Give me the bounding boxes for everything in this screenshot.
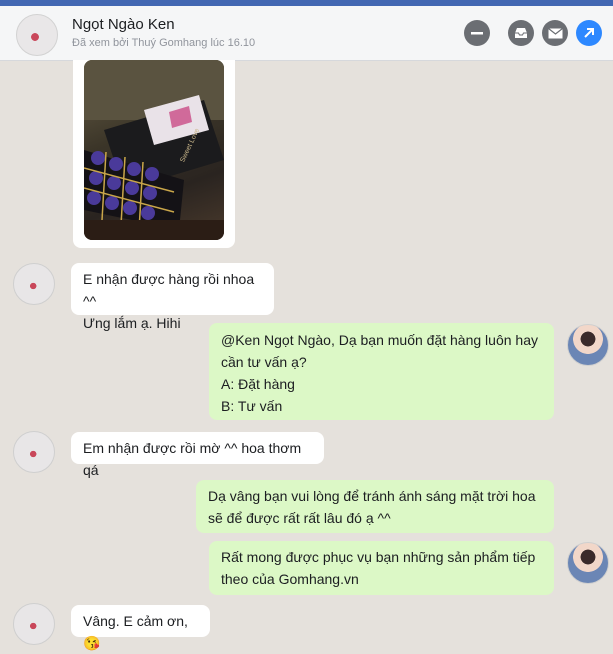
envelope-icon xyxy=(547,27,563,38)
sender-avatar[interactable] xyxy=(13,431,55,473)
archive-button[interactable] xyxy=(508,20,534,46)
outgoing-message[interactable]: Dạ vâng bạn vui lòng để tránh ánh sáng m… xyxy=(196,480,554,533)
message-line: E nhận được hàng rồi nhoa ^^ xyxy=(83,271,255,309)
conversation-header: Ngọt Ngào Ken Đã xem bởi Thuý Gomhang lú… xyxy=(0,6,613,61)
incoming-message[interactable]: Vâng. E cảm ơn, 😘 xyxy=(71,605,210,651)
message-line: A: Đặt hàng xyxy=(221,376,295,392)
incoming-message[interactable]: E nhận được hàng rồi nhoa ^^ Ưng lắm ạ. … xyxy=(71,263,274,331)
block-button[interactable] xyxy=(464,20,490,46)
message-line: @Ken Ngọt Ngào, Dạ bạn muốn đặt hàng luô… xyxy=(221,332,538,348)
agent-avatar[interactable] xyxy=(567,542,609,584)
message-line: Vâng. E cảm ơn, 😘 xyxy=(83,613,188,651)
message-line: sẽ để được rất rất lâu đó ạ ^^ xyxy=(208,510,391,526)
inbox-icon xyxy=(515,28,527,38)
arrow-up-right-icon xyxy=(584,28,594,38)
photo-illustration xyxy=(84,60,224,240)
outgoing-message[interactable]: @Ken Ngọt Ngào, Dạ bạn muốn đặt hàng luô… xyxy=(209,323,554,420)
message-line: theo của Gomhang.vn xyxy=(221,571,359,587)
incoming-message[interactable]: Em nhận được rồi mờ ^^ hoa thơm qá xyxy=(71,432,324,478)
outgoing-message[interactable]: Rất mong được phục vụ bạn những sản phẩm… xyxy=(209,541,554,595)
message-line: Rất mong được phục vụ bạn những sản phẩm… xyxy=(221,549,536,565)
message-line: Dạ vâng bạn vui lòng để tránh ánh sáng m… xyxy=(208,488,536,504)
contact-name[interactable]: Ngọt Ngào Ken xyxy=(72,16,175,33)
sender-avatar[interactable] xyxy=(13,263,55,305)
message-line: B: Tư vấn xyxy=(221,398,283,414)
agent-avatar[interactable] xyxy=(567,324,609,366)
chocolate-box-photo[interactable]: Sweet Love xyxy=(84,60,224,240)
message-line: cần tư vấn ạ? xyxy=(221,354,307,370)
minus-circle-icon xyxy=(471,32,483,35)
image-message[interactable]: Sweet Love xyxy=(73,60,235,248)
open-conversation-button[interactable] xyxy=(576,20,602,46)
sender-avatar[interactable] xyxy=(13,603,55,645)
seen-status: Đã xem bởi Thuý Gomhang lúc 16.10 xyxy=(72,37,256,49)
mail-button[interactable] xyxy=(542,20,568,46)
message-line: Em nhận được rồi mờ ^^ hoa thơm qá xyxy=(83,440,302,478)
contact-avatar[interactable] xyxy=(16,14,58,56)
